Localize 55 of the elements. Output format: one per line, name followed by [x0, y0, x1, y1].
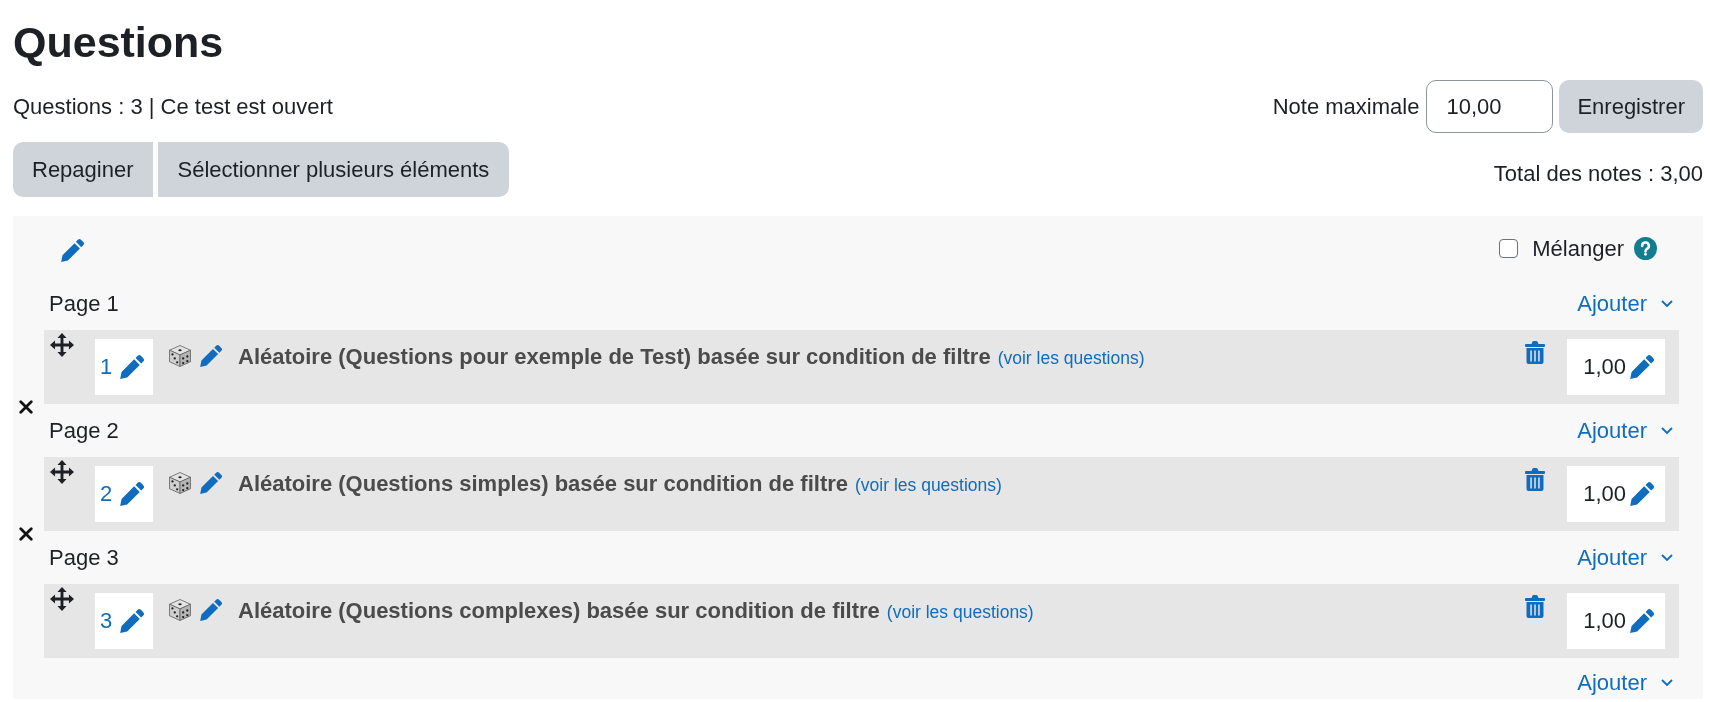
max-mark-link[interactable]: 1,00 — [1567, 593, 1665, 649]
max-mark-link[interactable]: 1,00 — [1567, 339, 1665, 395]
chevron-down-icon — [1661, 299, 1673, 308]
question-number-link[interactable]: 3 — [95, 593, 153, 649]
question-title: Aléatoire (Questions pour exemple de Test) basée sur condition de filtre — [238, 344, 991, 369]
question-number-link[interactable]: 1 — [95, 339, 153, 395]
toolbar-button[interactable]: Repaginer — [13, 142, 153, 197]
dice-icon — [169, 345, 191, 367]
max-grade-label: Note maximale — [1272, 93, 1420, 121]
view-questions-link[interactable]: (voir les questions) — [886, 602, 1034, 622]
move-icon[interactable] — [50, 333, 74, 357]
help-icon[interactable] — [1634, 236, 1657, 260]
save-button[interactable]: Enregistrer — [1559, 80, 1703, 133]
pencil-icon — [1630, 609, 1654, 633]
pencil-icon — [120, 355, 145, 379]
move-icon[interactable] — [50, 587, 74, 611]
view-questions-link[interactable]: (voir les questions) — [997, 348, 1145, 368]
view-questions-link[interactable]: (voir les questions) — [855, 475, 1002, 495]
page-label: Page 1 — [49, 290, 119, 318]
pencil-icon[interactable] — [200, 472, 222, 494]
pencil-icon[interactable] — [200, 599, 222, 621]
pencil-icon — [120, 482, 145, 506]
add-dropdown[interactable]: Ajouter — [1577, 287, 1673, 320]
chevron-down-icon — [1661, 678, 1673, 687]
add-dropdown[interactable]: Ajouter — [1577, 666, 1673, 699]
chevron-down-icon — [1661, 426, 1673, 435]
trash-icon[interactable] — [1525, 468, 1545, 491]
pencil-icon[interactable] — [61, 238, 84, 262]
cross-icon[interactable] — [19, 527, 33, 541]
dice-icon — [169, 599, 191, 621]
pencil-icon — [1630, 355, 1654, 379]
dice-icon — [169, 472, 191, 494]
max-grade-field[interactable]: 10,00 — [1426, 80, 1554, 133]
page-label: Page 2 — [49, 417, 119, 445]
move-icon[interactable] — [50, 460, 74, 484]
total-marks-text: Total des notes : 3,00 — [1493, 159, 1703, 188]
trash-icon[interactable] — [1525, 341, 1545, 364]
question-number-link[interactable]: 2 — [95, 466, 153, 522]
shuffle-checkbox[interactable] — [1499, 238, 1519, 258]
trash-icon[interactable] — [1525, 595, 1545, 618]
question-title: Aléatoire (Questions complexes) basée sur condition de filtre — [238, 598, 880, 623]
cross-icon[interactable] — [19, 400, 33, 414]
add-dropdown[interactable]: Ajouter — [1577, 541, 1673, 574]
page-label: Page 3 — [49, 544, 119, 572]
shuffle-label: Mélanger — [1532, 234, 1624, 263]
status-text: Questions : 3 | Ce test est ouvert — [13, 93, 333, 121]
page-title: Questions — [13, 17, 225, 68]
pencil-icon — [1630, 482, 1654, 506]
chevron-down-icon — [1661, 553, 1673, 562]
max-mark-link[interactable]: 1,00 — [1567, 466, 1665, 522]
pencil-icon[interactable] — [200, 345, 222, 367]
pencil-icon — [120, 609, 145, 633]
question-title: Aléatoire (Questions simples) basée sur condition de filtre — [238, 471, 849, 496]
add-dropdown[interactable]: Ajouter — [1577, 414, 1673, 447]
toolbar-button[interactable]: Sélectionner plusieurs éléments — [157, 142, 510, 197]
